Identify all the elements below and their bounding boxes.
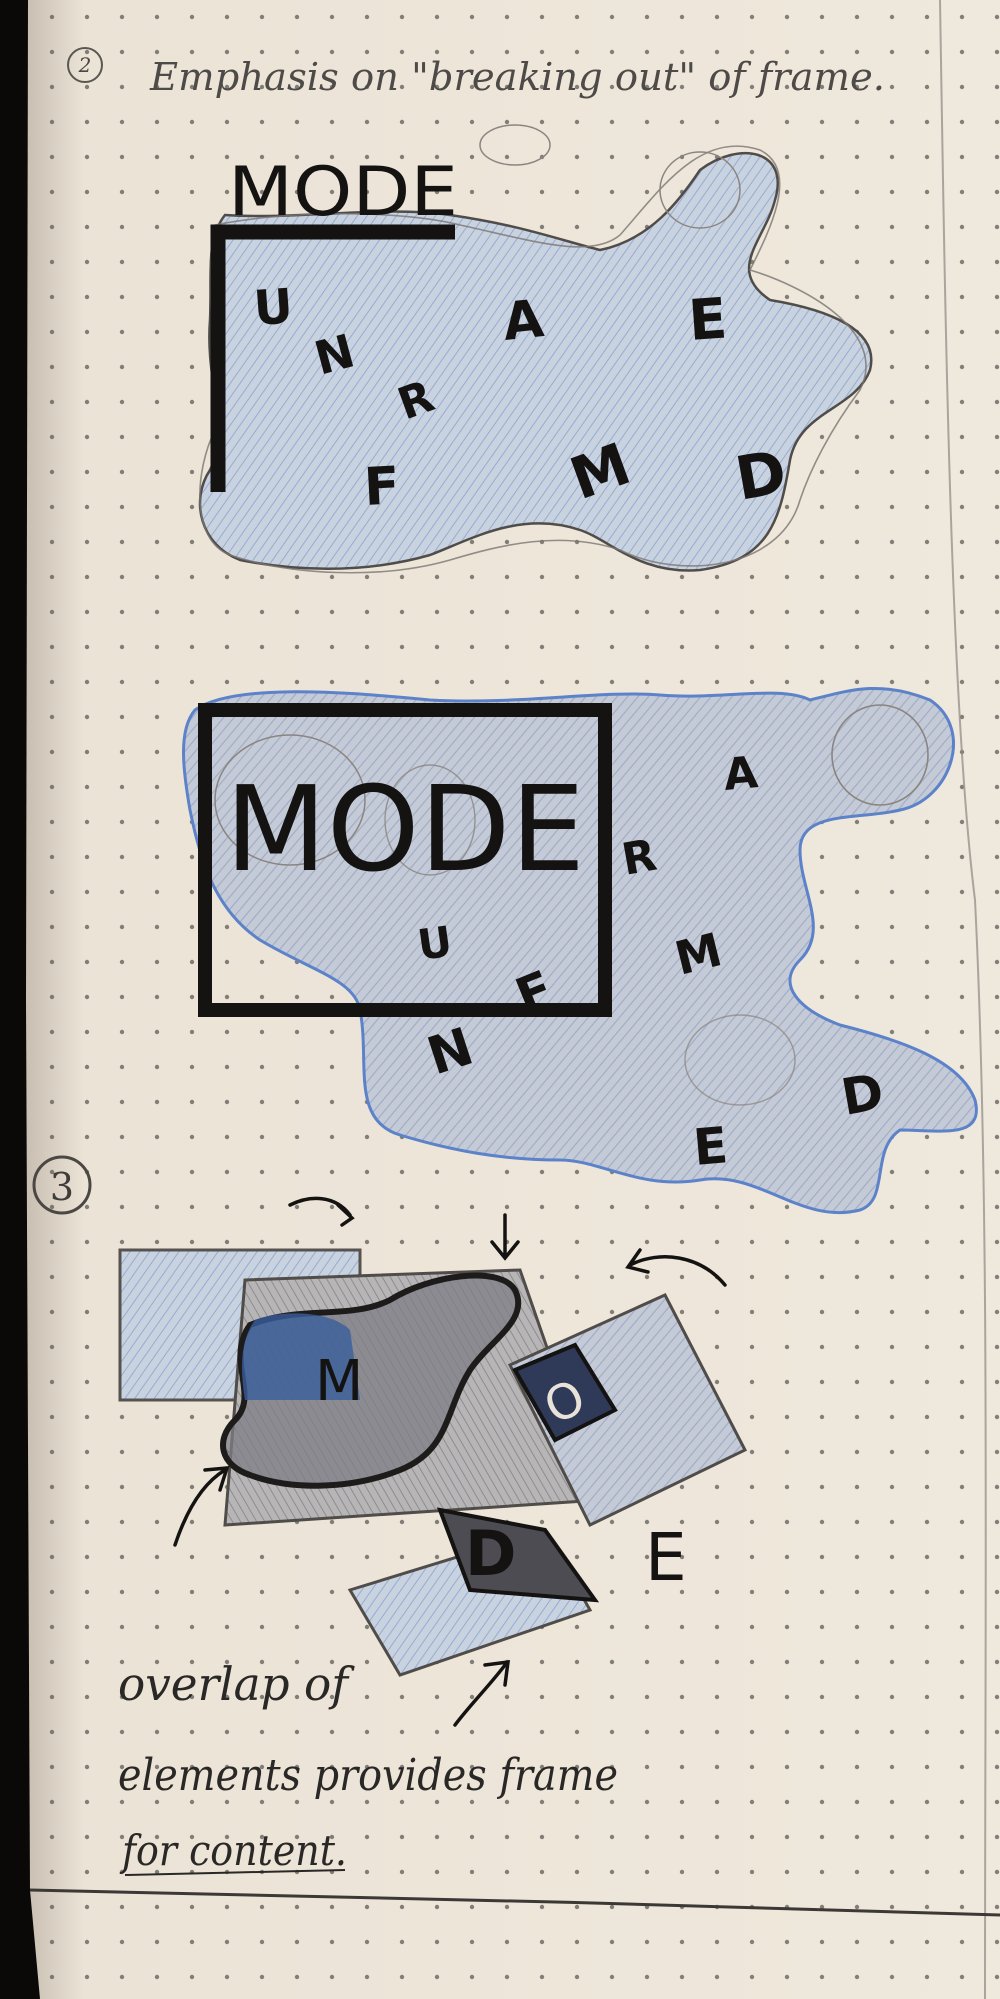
section-3-letter-m: M — [315, 1349, 363, 1414]
sketch-b-letter-a: A — [722, 747, 760, 801]
sketch-b-letter-u: U — [415, 917, 456, 970]
section-3-letter-d: D — [465, 1517, 516, 1590]
sketch-a-letter-a: A — [500, 289, 546, 353]
sketchbook-photo: 2 Emphasis on "breaking out" of frame. M… — [0, 0, 1000, 1999]
note-line-3: for content. — [119, 1826, 347, 1875]
section-2-heading-text: Emphasis on "breaking out" of frame. — [149, 55, 885, 99]
sketch-a-mode-label: MODE — [228, 153, 458, 232]
sketch-a-letter-u: U — [252, 278, 295, 337]
sketch-a-letter-e: E — [686, 286, 729, 354]
sketch-b-letter-e: E — [691, 1116, 730, 1177]
section-2-heading: 2 Emphasis on "breaking out" of frame. — [67, 47, 885, 99]
sketch-b-mode-label: MODE — [225, 760, 585, 898]
section-3-letter-e: E — [645, 1519, 687, 1596]
note-line-1: overlap of — [118, 1657, 355, 1711]
section-3-number: 3 — [50, 1165, 74, 1209]
sketch-a-letter-f: F — [363, 456, 402, 518]
section-2-number: 2 — [78, 53, 92, 77]
note-line-2: elements provides frame — [118, 1750, 618, 1801]
